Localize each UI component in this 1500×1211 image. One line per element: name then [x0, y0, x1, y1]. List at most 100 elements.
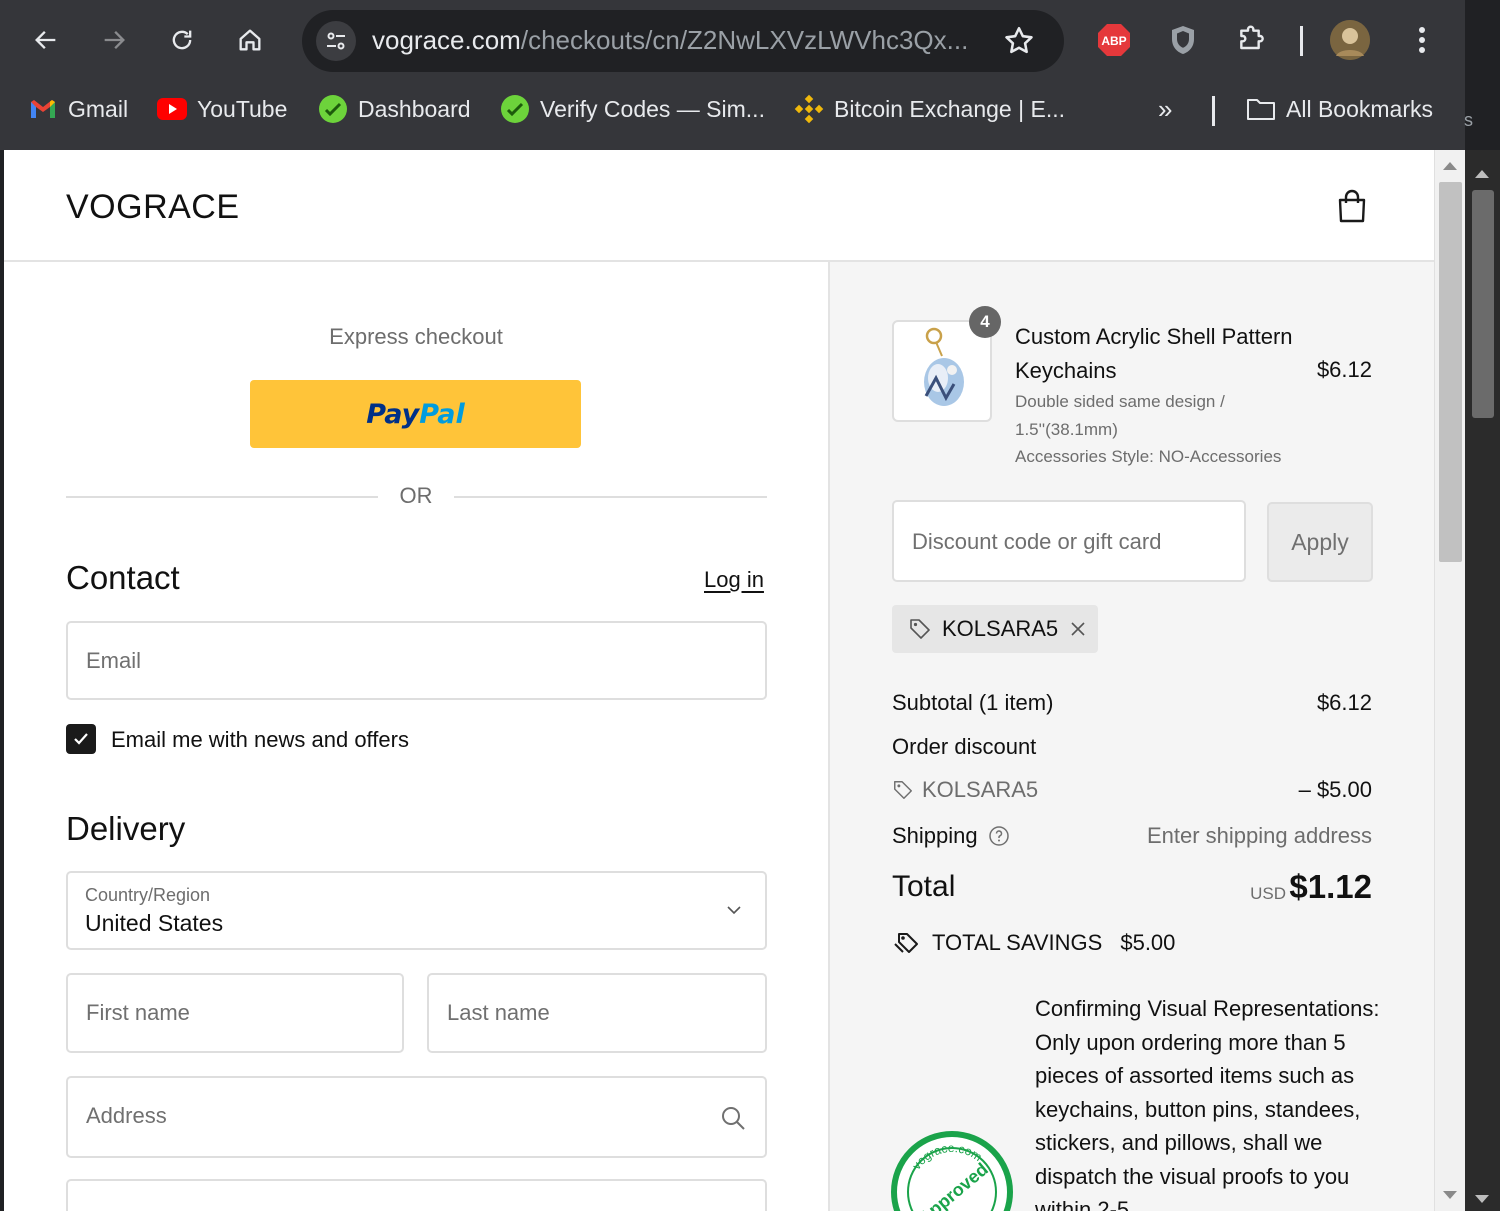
back-button[interactable] — [24, 18, 68, 62]
shipping-label: Shipping — [892, 823, 978, 848]
applied-code-text: KOLSARA5 — [942, 616, 1059, 641]
bookmark-verify-codes[interactable]: Verify Codes — Sim... — [500, 94, 765, 124]
discount-code-row: KOLSARA5 — [892, 777, 1038, 803]
bookmark-label: Gmail — [68, 95, 129, 122]
total-savings-amount: $5.00 — [1120, 930, 1176, 955]
subtotal-value: $6.12 — [1316, 690, 1372, 715]
toolbar-divider — [1300, 26, 1303, 56]
email-field[interactable]: Email — [66, 621, 767, 700]
page-viewport: VOGRACE Express checkout Pay Pal OR Conta… — [4, 150, 1434, 1211]
total-savings-label: TOTAL SAVINGS — [932, 930, 1103, 955]
bookmark-star-icon[interactable] — [1002, 24, 1036, 58]
binance-icon — [794, 94, 824, 124]
bookmark-label: Dashboard — [358, 95, 471, 122]
bookmark-label: YouTube — [197, 95, 288, 122]
browser-scrollbar[interactable] — [1465, 150, 1500, 1211]
total-currency: USD — [1250, 884, 1286, 903]
bookmarks-divider — [1212, 96, 1215, 126]
express-checkout-title: Express checkout — [329, 324, 503, 349]
shield-extension-icon[interactable] — [1163, 20, 1203, 60]
store-logo[interactable]: VOGRACE — [66, 188, 240, 227]
total-savings-row: TOTAL SAVINGS $5.00 — [892, 930, 1175, 956]
last-name-placeholder: Last name — [447, 1000, 550, 1025]
overflow-label: s — [1464, 110, 1473, 130]
product-title: Custom Acrylic Shell Pattern Keychains — [1015, 324, 1293, 383]
browser-scroll-thumb[interactable] — [1472, 190, 1494, 418]
folder-icon — [1246, 94, 1276, 124]
first-name-placeholder: First name — [86, 1000, 190, 1025]
all-bookmarks-button[interactable]: All Bookmarks — [1246, 94, 1433, 124]
country-label: Country/Region — [85, 885, 211, 905]
apply-discount-button[interactable]: Apply — [1267, 502, 1373, 582]
gmail-icon — [28, 94, 58, 124]
shipping-row: Shipping — [892, 823, 1010, 849]
scroll-down-arrow-icon[interactable] — [1475, 1195, 1489, 1203]
product-price: $6.12 — [1316, 357, 1372, 382]
url-text: vograce.com/checkouts/cn/Z2NwLXVzLWVhc3Q… — [372, 25, 982, 56]
delivery-title: Delivery — [66, 810, 186, 847]
apartment-field[interactable] — [66, 1179, 767, 1211]
bookmark-label: Verify Codes — Sim... — [540, 95, 765, 122]
url-host: vograce.com — [372, 25, 521, 55]
page-scroll-thumb[interactable] — [1439, 182, 1462, 562]
country-select[interactable]: Country/Region United States — [66, 871, 767, 950]
chrome-menu-icon[interactable] — [1402, 20, 1442, 60]
more-bookmarks-button[interactable]: » — [1158, 94, 1172, 125]
scroll-up-arrow-icon[interactable] — [1475, 170, 1489, 178]
page-scrollbar[interactable] — [1434, 150, 1465, 1211]
discount-code-input[interactable]: Discount code or gift card — [892, 500, 1246, 582]
tag-icon — [894, 781, 912, 799]
extensions-puzzle-icon[interactable] — [1232, 20, 1272, 60]
reload-button[interactable] — [160, 18, 204, 62]
help-icon[interactable] — [988, 825, 1010, 847]
tag-icon — [910, 619, 930, 639]
browser-toolbar: vograce.com/checkouts/cn/Z2NwLXVzLWVhc3Q… — [0, 0, 1473, 150]
address-field[interactable]: Address — [66, 1076, 767, 1158]
tags-icon — [894, 933, 918, 953]
order-discount-label: Order discount — [892, 734, 1037, 759]
home-button[interactable] — [228, 18, 272, 62]
forward-button[interactable] — [92, 18, 136, 62]
newsletter-label[interactable]: Email me with news and offers — [111, 727, 409, 753]
email-placeholder: Email — [86, 648, 142, 673]
abp-text: ABP — [1101, 34, 1126, 48]
profile-avatar-icon[interactable] — [1330, 20, 1370, 60]
site-info-icon[interactable] — [316, 21, 356, 61]
order-summary: 4 Custom Acrylic Shell Pattern Keychains… — [828, 262, 1434, 1211]
bookmark-youtube[interactable]: YouTube — [157, 94, 287, 124]
product-variant-line: Accessories Style: NO-Accessories — [1015, 447, 1282, 466]
applied-discount-chip: KOLSARA5 — [892, 605, 1098, 653]
quantity-badge: 4 — [969, 306, 1001, 338]
or-divider-text: OR — [399, 483, 433, 508]
all-bookmarks-label: All Bookmarks — [1286, 95, 1433, 122]
shopping-bag-icon[interactable] — [1336, 188, 1368, 224]
newsletter-checkbox[interactable] — [66, 724, 96, 754]
paypal-button[interactable]: Pay Pal — [250, 380, 581, 448]
last-name-field[interactable]: Last name — [427, 973, 767, 1053]
adblock-plus-icon[interactable]: ABP — [1094, 20, 1134, 60]
discount-code-text: KOLSARA5 — [922, 777, 1039, 802]
checkmark-icon — [74, 733, 88, 745]
approved-seal-logo: vograce.com Approved — [890, 1130, 1014, 1211]
address-bar[interactable]: vograce.com/checkouts/cn/Z2NwLXVzLWVhc3Q… — [302, 10, 1064, 72]
bookmark-dashboard[interactable]: Dashboard — [318, 94, 471, 124]
discount-value: – $5.00 — [1298, 777, 1372, 802]
scroll-up-arrow-icon[interactable] — [1443, 162, 1457, 170]
address-placeholder: Address — [86, 1103, 167, 1128]
country-value: United States — [85, 910, 224, 936]
chevron-down-icon — [727, 906, 741, 915]
login-link[interactable]: Log in — [704, 567, 764, 593]
dashboard-icon — [318, 94, 348, 124]
first-name-field[interactable]: First name — [66, 973, 404, 1053]
contact-title: Contact — [66, 559, 180, 596]
home-icon — [239, 29, 261, 51]
scroll-down-arrow-icon[interactable] — [1443, 1191, 1457, 1199]
paypal-logo-part2: Pal — [419, 398, 465, 430]
bookmark-bitcoin-exchange[interactable]: Bitcoin Exchange | E... — [794, 94, 1065, 124]
discount-placeholder: Discount code or gift card — [912, 529, 1162, 554]
bookmark-gmail[interactable]: Gmail — [28, 94, 128, 124]
checkout-form: Express checkout Pay Pal OR Contact Log i… — [4, 262, 828, 1211]
paypal-logo-part1: Pay — [366, 398, 420, 430]
remove-code-close-icon[interactable] — [1068, 619, 1088, 639]
subtotal-label: Subtotal (1 item) — [892, 690, 1054, 715]
